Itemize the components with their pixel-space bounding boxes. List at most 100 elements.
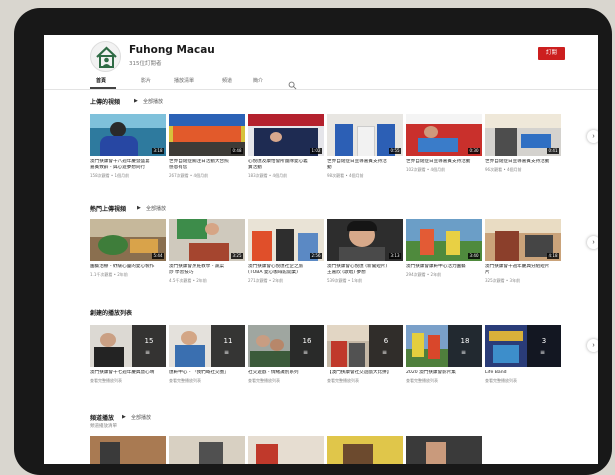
video-thumbnail[interactable] xyxy=(169,436,245,464)
playlist-thumbnail[interactable]: 11 ≡ xyxy=(169,325,245,367)
video-title-line2[interactable]: 感恩有您 xyxy=(169,165,245,171)
video-thumbnail[interactable]: 0:55 xyxy=(327,114,403,156)
video-title[interactable]: 世界自閉症日宣導嘉賓支持活動 xyxy=(406,159,482,165)
playlist-title[interactable]: Life Band xyxy=(485,370,561,376)
video-title-line2[interactable]: 炒 學習技巧 xyxy=(169,270,245,276)
section-title: 上傳的視頻 xyxy=(90,99,121,106)
view-full-playlist-link[interactable]: 查看完整播放列表 xyxy=(90,378,166,383)
video-title-line2[interactable]: (TOBA 愛心咖啡館開業) xyxy=(248,270,324,276)
chevron-right-icon: › xyxy=(592,133,595,140)
playlist-thumbnail[interactable]: 15 ≡ xyxy=(90,325,166,367)
section-title: 熱門上傳視頻 xyxy=(90,206,127,213)
video-thumbnail[interactable] xyxy=(248,436,324,464)
video-title-line2[interactable]: 片 xyxy=(485,270,561,276)
next-arrow-button[interactable]: › xyxy=(587,130,598,143)
video-meta: 539次觀看 • 1年前 xyxy=(327,278,363,283)
play-all-link[interactable]: 全部播放 xyxy=(131,414,151,421)
playlist-count: 6 xyxy=(383,337,389,345)
video-meta: 1.1千次觀看 • 2年前 xyxy=(90,272,128,277)
play-all-link[interactable]: 全部播放 xyxy=(143,98,163,105)
video-thumbnail[interactable]: 4:18 xyxy=(485,219,561,261)
search-icon[interactable] xyxy=(288,75,297,94)
playlist-icon: ≡ xyxy=(461,349,467,356)
video-thumbnail[interactable]: 0:48 xyxy=(169,114,245,156)
play-all-link[interactable]: 全部播放 xyxy=(146,205,166,212)
play-icon[interactable]: ▶ xyxy=(134,98,138,104)
playlist-icon: ≡ xyxy=(224,349,230,356)
section-title: 創建的播放列表 xyxy=(90,310,133,317)
playlist-title[interactable]: 【澳門扶康會社交遊戲大比拼】 xyxy=(327,370,403,376)
video-thumbnail[interactable] xyxy=(90,436,166,464)
screen: Fuhong Macau 315位訂閱者 訂閱 首頁 影片 播放清單 頻道 簡介… xyxy=(44,35,598,464)
video-duration: 2:56 xyxy=(310,253,322,259)
video-thumbnail[interactable]: 1:02 xyxy=(248,114,324,156)
video-duration: 0:48 xyxy=(231,148,243,154)
video-duration: 0:41 xyxy=(547,148,559,154)
subscribe-button[interactable]: 訂閱 xyxy=(538,47,565,60)
playlist-overlay: 16 ≡ xyxy=(290,325,324,367)
video-duration: 3:13 xyxy=(389,253,401,259)
video-thumbnail[interactable]: 3:40 xyxy=(406,219,482,261)
tab-channels[interactable]: 頻道 xyxy=(222,77,232,84)
video-thumbnail[interactable]: 0:41 xyxy=(485,114,561,156)
video-title-line2[interactable]: 嘉賓致辭 - 與心遊夢想同行 xyxy=(90,165,166,171)
section-description: 頻道播放清單 xyxy=(90,424,117,429)
playlist-thumbnail[interactable]: 18 ≡ xyxy=(406,325,482,367)
video-meta: 98次觀看 • 4個月前 xyxy=(327,173,364,178)
playlist-icon: ≡ xyxy=(303,349,309,356)
playlist-title[interactable]: 社交遊戲 - 情緒識別系列 xyxy=(248,370,324,376)
section-channel-feed: 頻道播放 ▶ 全部播放 頻道播放清單 xyxy=(90,413,590,464)
video-title-line2[interactable]: 王嘉欣 (歌唱) 夢想 xyxy=(327,270,403,276)
tablet-frame: Fuhong Macau 315位訂閱者 訂閱 首頁 影片 播放清單 頻道 簡介… xyxy=(14,8,612,475)
video-thumbnail[interactable]: 5:44 xyxy=(90,219,166,261)
view-full-playlist-link[interactable]: 查看完整播放列表 xyxy=(169,378,245,383)
view-full-playlist-link[interactable]: 查看完整播放列表 xyxy=(327,378,403,383)
playlist-thumbnail[interactable]: 3 ≡ xyxy=(485,325,561,367)
playlist-overlay: 11 ≡ xyxy=(211,325,245,367)
playlist-title[interactable]: 澳門扶康會十七週年慶典暨心晴 xyxy=(90,370,166,376)
video-thumbnail[interactable]: 3:13 xyxy=(327,219,403,261)
channel-name: Fuhong Macau xyxy=(129,44,215,56)
tab-home[interactable]: 首頁 xyxy=(96,77,106,84)
chevron-right-icon: › xyxy=(592,239,595,246)
playlist-title[interactable]: 匯軒中心 - 「我們嘅社交圈」 xyxy=(169,370,245,376)
video-title-line2[interactable]: 動 xyxy=(327,165,403,171)
video-thumbnail[interactable]: 0:30 xyxy=(406,114,482,156)
video-duration: 0:55 xyxy=(389,148,401,154)
playlist-thumbnail[interactable]: 6 ≡ xyxy=(327,325,403,367)
play-icon[interactable]: ▶ xyxy=(137,205,141,211)
video-title[interactable]: 世界自閉症日宣導嘉賓支持活動 xyxy=(485,159,561,165)
play-icon[interactable]: ▶ xyxy=(122,414,126,420)
channel-avatar[interactable] xyxy=(90,41,121,72)
video-thumbnail[interactable]: 3:18 xyxy=(90,114,166,156)
tab-videos[interactable]: 影片 xyxy=(141,77,151,84)
section-popular: 熱門上傳視頻 ▶ 全部播放 5:44 園藝治療 - 紓緩心靈的愛心製作 1.1千… xyxy=(90,204,590,296)
video-meta: 96次觀看 • 4個月前 xyxy=(485,167,522,172)
video-title[interactable]: 園藝治療 - 紓緩心靈的愛心製作 xyxy=(90,264,166,270)
video-meta: 158次觀看 • 1個月前 xyxy=(90,173,130,178)
video-duration: 1:02 xyxy=(310,148,322,154)
chevron-right-icon: › xyxy=(592,342,595,349)
view-full-playlist-link[interactable]: 查看完整播放列表 xyxy=(406,378,482,383)
video-duration: 5:44 xyxy=(152,253,164,259)
tab-playlists[interactable]: 播放清單 xyxy=(174,77,194,84)
video-title[interactable]: 澳門扶康會康軒中心活力園藝 xyxy=(406,264,482,270)
tab-about[interactable]: 簡介 xyxy=(253,77,263,84)
playlist-count: 16 xyxy=(302,337,312,345)
video-title-line2[interactable]: 賣活動 xyxy=(248,165,324,171)
next-arrow-button[interactable]: › xyxy=(587,339,598,352)
section-uploads: 上傳的視頻 ▶ 全部播放 3:18 澳門扶康會十八週年慶暨盛宴 嘉賓致辭 - 與… xyxy=(90,97,590,189)
view-full-playlist-link[interactable]: 查看完整播放列表 xyxy=(248,378,324,383)
section-playlists: 創建的播放列表 15 ≡ 澳門扶康會十七週年慶典暨心晴 查看完整播放列表 11 … xyxy=(90,308,590,398)
video-thumbnail[interactable] xyxy=(327,436,403,464)
next-arrow-button[interactable]: › xyxy=(587,236,598,249)
video-meta: 325次觀看 • 3年前 xyxy=(485,278,521,283)
playlist-thumbnail[interactable]: 16 ≡ xyxy=(248,325,324,367)
video-thumbnail[interactable]: 2:56 xyxy=(248,219,324,261)
playlist-title[interactable]: 2020 澳門扶康會影片集 xyxy=(406,370,482,376)
video-thumbnail[interactable] xyxy=(406,436,482,464)
view-full-playlist-link[interactable]: 查看完整播放列表 xyxy=(485,378,561,383)
video-meta: 271次觀看 • 2年前 xyxy=(248,278,284,283)
video-thumbnail[interactable]: 3:25 xyxy=(169,219,245,261)
channel-header: Fuhong Macau 315位訂閱者 訂閱 首頁 影片 播放清單 頻道 簡介 xyxy=(44,35,598,93)
